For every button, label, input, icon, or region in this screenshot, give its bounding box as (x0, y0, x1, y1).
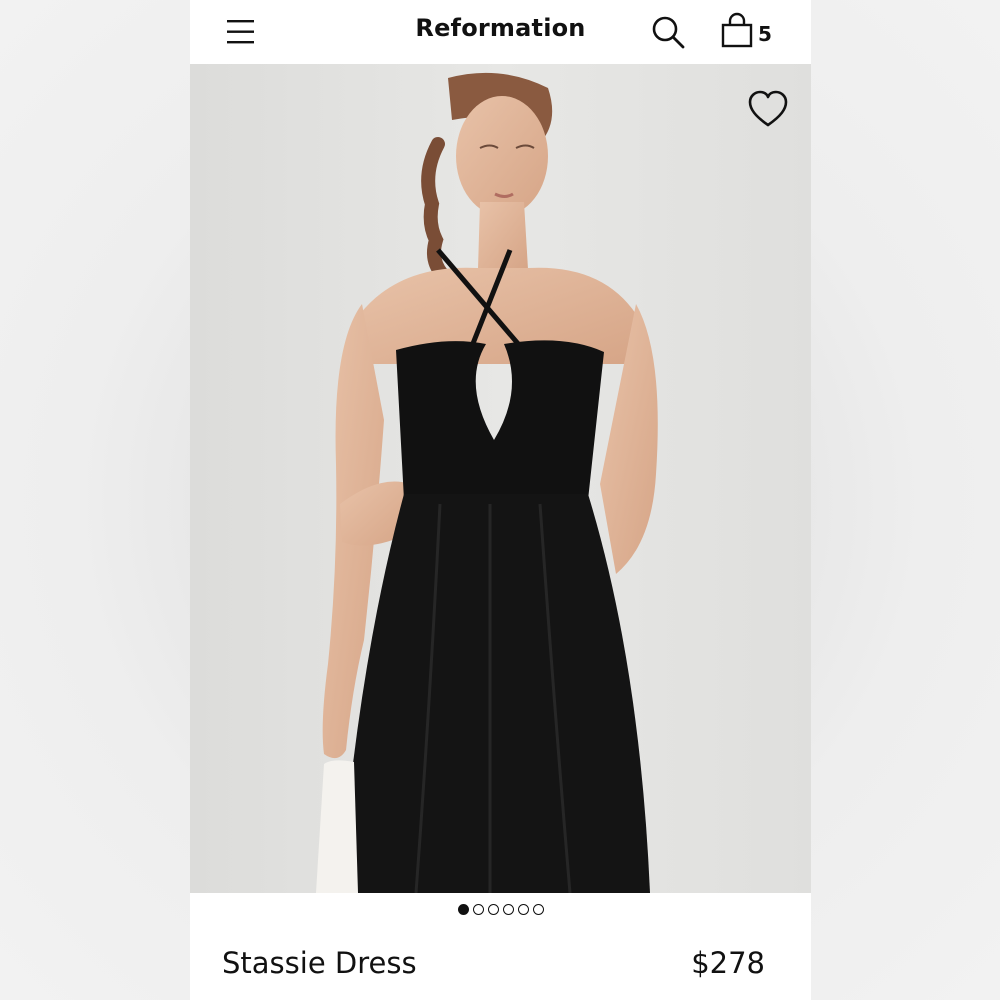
carousel-dot-1[interactable] (457, 904, 469, 915)
menu-button[interactable] (226, 16, 256, 48)
heart-outline-icon (748, 90, 788, 127)
carousel-dot-3[interactable] (487, 904, 499, 915)
shopping-bag-button[interactable]: 5 (720, 12, 782, 52)
product-price: $278 (691, 946, 765, 980)
search-button[interactable] (650, 14, 688, 50)
product-image-gallery[interactable] (190, 64, 811, 893)
product-page: Reformation 5 Stassie Dress $278 (190, 0, 811, 1000)
hamburger-menu-icon (227, 20, 254, 44)
top-nav-bar: Reformation 5 (190, 0, 811, 64)
favorite-button[interactable] (747, 90, 789, 130)
product-name: Stassie Dress (222, 946, 417, 980)
carousel-dot-5[interactable] (517, 904, 529, 915)
shopping-bag-icon (721, 12, 753, 48)
brand-logo: Reformation (415, 14, 586, 42)
carousel-dot-2[interactable] (472, 904, 484, 915)
product-photo (190, 64, 811, 893)
carousel-dot-6[interactable] (532, 904, 544, 915)
carousel-dot-4[interactable] (502, 904, 514, 915)
search-icon (652, 16, 685, 49)
carousel-pagination (190, 904, 811, 920)
bag-count-badge: 5 (758, 22, 772, 46)
